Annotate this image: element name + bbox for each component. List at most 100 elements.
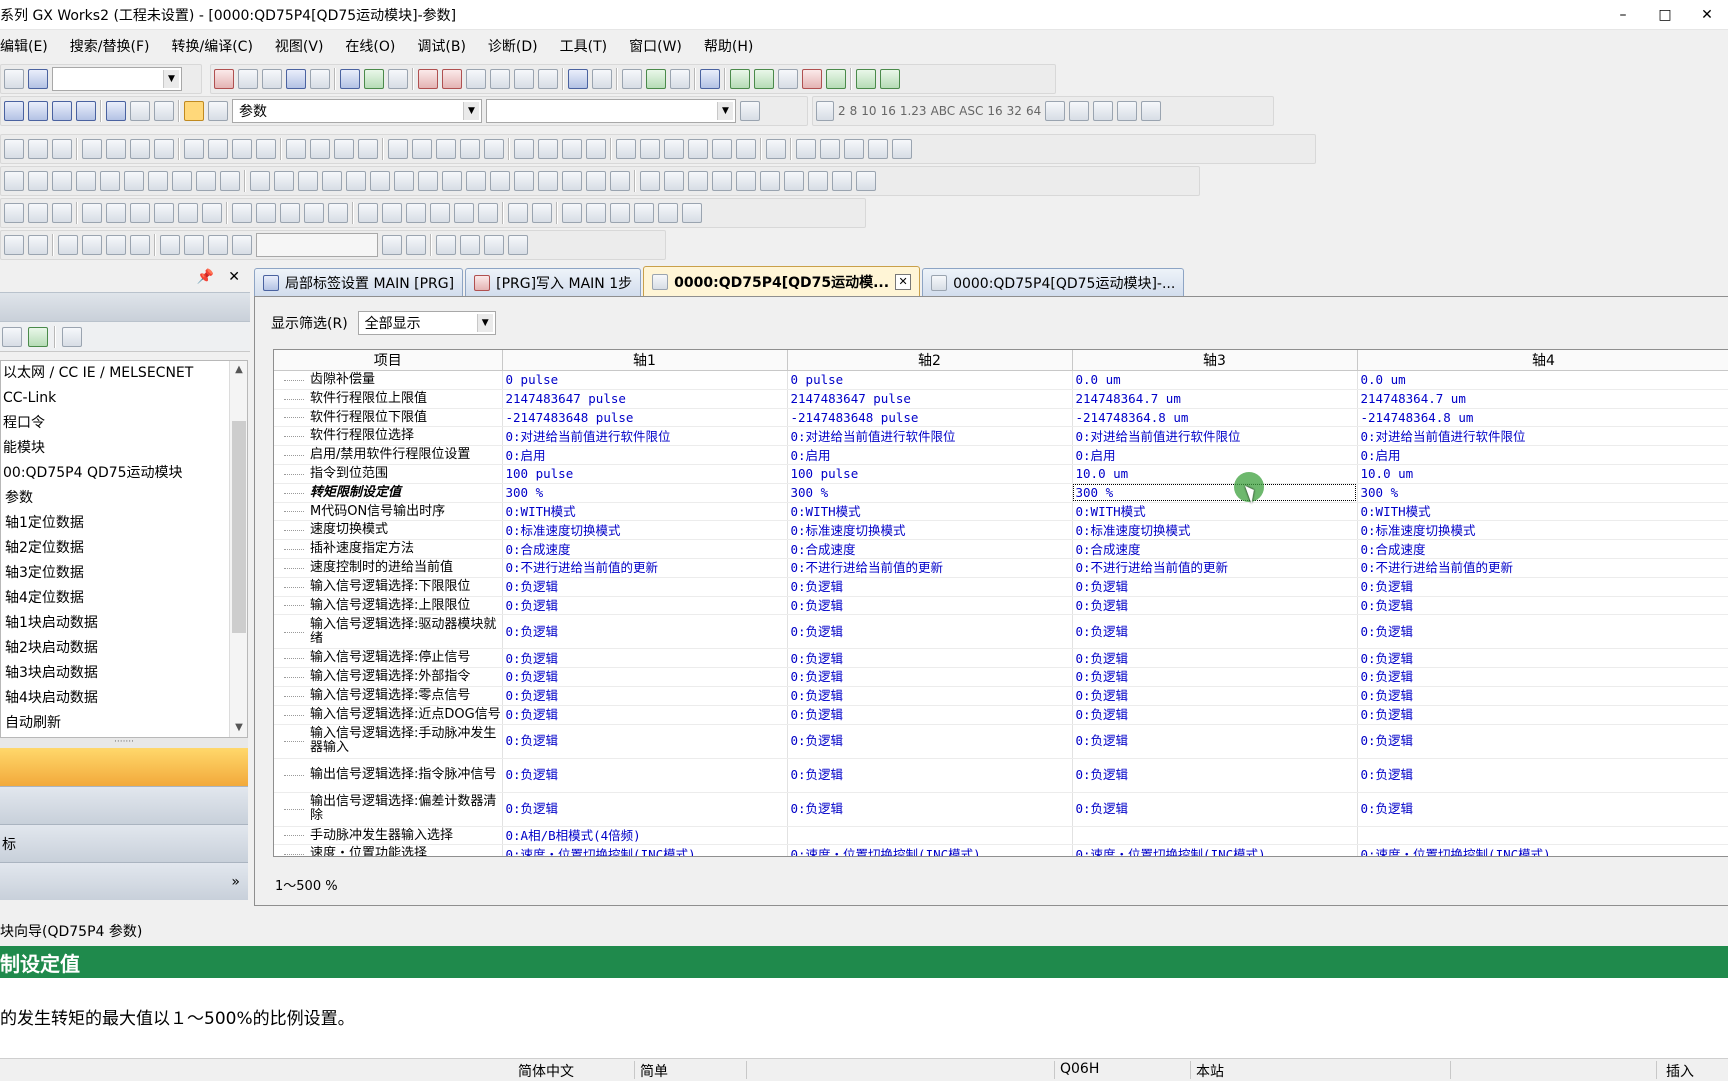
misc-d-icon[interactable] xyxy=(82,235,102,255)
format-2-icon[interactable] xyxy=(816,101,834,121)
parameter-value-axis2[interactable]: 0:对进给当前值进行软件限位 xyxy=(787,426,1073,447)
convert-icon[interactable] xyxy=(388,69,408,89)
parameter-name[interactable]: 启用/禁用软件行程限位设置 xyxy=(274,445,503,465)
saf7-icon[interactable] xyxy=(334,139,354,159)
parameter-value-axis1[interactable]: 0:负逻辑 xyxy=(502,667,788,687)
parameter-value-axis3[interactable]: 0:负逻辑 xyxy=(1072,577,1358,597)
edit-x-icon[interactable] xyxy=(562,171,582,191)
word-icon[interactable] xyxy=(1093,101,1114,121)
parameter-value-axis1[interactable]: 0:负逻辑 xyxy=(502,596,788,616)
dev-batch-icon[interactable] xyxy=(592,69,612,89)
parameter-value-axis2[interactable]: 0:WITH模式 xyxy=(787,502,1073,522)
parameter-value-axis4[interactable]: 0:不进行进给当前值的更新 xyxy=(1357,558,1728,578)
st-o-icon[interactable] xyxy=(358,203,378,223)
parameter-name[interactable]: 输入信号逻辑选择:上限限位 xyxy=(274,596,503,616)
parameter-value-axis1[interactable]: 0:负逻辑 xyxy=(502,686,788,706)
st-n-icon[interactable] xyxy=(328,203,348,223)
parameter-name[interactable]: 手动脉冲发生器输入选择 xyxy=(274,826,503,846)
parameter-value-axis2[interactable]: 0:标准速度切换模式 xyxy=(787,520,1073,541)
nav-filter-icon[interactable] xyxy=(62,326,82,347)
tree-item-axis4-block-start[interactable]: 轴4块启动数据 xyxy=(1,686,247,711)
st-v-icon[interactable] xyxy=(532,203,552,223)
binoculars-icon[interactable] xyxy=(208,101,228,121)
edit-h-icon[interactable] xyxy=(172,171,192,191)
menu-window[interactable]: 窗口(W) xyxy=(629,36,682,56)
misc-i-icon[interactable] xyxy=(208,235,228,255)
menu-online[interactable]: 在线(O) xyxy=(345,36,395,56)
st-ab-icon[interactable] xyxy=(682,203,702,223)
nav-section-more[interactable]: » xyxy=(0,862,248,900)
parameter-value-axis2[interactable]: 0:负逻辑 xyxy=(787,577,1073,597)
parameter-value-axis3[interactable]: -214748364.8 um xyxy=(1072,408,1358,428)
parameter-value-axis4[interactable]: 0:负逻辑 xyxy=(1357,614,1728,650)
st-s-icon[interactable] xyxy=(454,203,474,223)
format-2[interactable]: 2 xyxy=(838,104,846,118)
tool-a-icon[interactable] xyxy=(616,139,636,159)
edit-f-icon[interactable] xyxy=(124,171,144,191)
st-q-icon[interactable] xyxy=(406,203,426,223)
dword-icon[interactable] xyxy=(1117,101,1138,121)
parameter-value-axis1[interactable]: 0:速度・位置切换控制(INC模式) xyxy=(502,844,788,856)
misc-o-icon[interactable] xyxy=(484,235,504,255)
st-i-icon[interactable] xyxy=(202,203,222,223)
format-asc[interactable]: ASC xyxy=(959,104,983,118)
edit-n-icon[interactable] xyxy=(322,171,342,191)
parameter-value-axis4[interactable]: 0:标准速度切换模式 xyxy=(1357,520,1728,541)
fb4-icon[interactable] xyxy=(586,139,606,159)
dev-list2-icon[interactable] xyxy=(52,101,72,121)
cf9-icon[interactable] xyxy=(130,139,150,159)
program-combo[interactable]: ▼ xyxy=(486,99,736,123)
parameter-value-axis3[interactable]: 0:负逻辑 xyxy=(1072,686,1358,706)
parameter-value-axis3[interactable]: 0:负逻辑 xyxy=(1072,705,1358,725)
format-abc[interactable]: ABC xyxy=(931,104,956,118)
parameter-value-axis4[interactable]: 0:负逻辑 xyxy=(1357,724,1728,759)
parameter-value-axis3[interactable] xyxy=(1072,826,1358,846)
misc-b-icon[interactable] xyxy=(28,235,48,255)
edit-q-icon[interactable] xyxy=(394,171,414,191)
tree-item-intelligent-module[interactable]: 能模块 xyxy=(1,436,247,461)
parameter-value-axis4[interactable]: 0:负逻辑 xyxy=(1357,667,1728,687)
edit-g-icon[interactable] xyxy=(148,171,168,191)
parameter-value-axis1[interactable]: 0:负逻辑 xyxy=(502,648,788,669)
parameter-value-axis2[interactable]: 2147483647 pulse xyxy=(787,389,1073,409)
parameter-value-axis4[interactable]: 0:合成速度 xyxy=(1357,539,1728,559)
edit-p-icon[interactable] xyxy=(370,171,390,191)
copy-icon[interactable] xyxy=(238,69,258,89)
parameter-value-axis3[interactable]: 0:标准速度切换模式 xyxy=(1072,520,1358,541)
parameter-value-axis4[interactable]: 0:负逻辑 xyxy=(1357,758,1728,793)
parameter-name[interactable]: 输入信号逻辑选择:驱动器模块就绪 xyxy=(274,614,503,650)
af7-icon[interactable] xyxy=(232,139,252,159)
edit-c-icon[interactable] xyxy=(52,171,72,191)
parameter-value-axis1[interactable]: 300 % xyxy=(502,483,788,503)
nav-tool-icon[interactable] xyxy=(2,326,22,347)
zoom-out-2-icon[interactable] xyxy=(856,171,876,191)
st-y-icon[interactable] xyxy=(610,203,630,223)
display-icon[interactable] xyxy=(700,69,720,89)
st-g-icon[interactable] xyxy=(154,203,174,223)
fb2-icon[interactable] xyxy=(538,139,558,159)
f7-icon[interactable] xyxy=(28,139,48,159)
parameter-value-axis4[interactable]: 214748364.7 um xyxy=(1357,389,1728,409)
st-z-icon[interactable] xyxy=(634,203,654,223)
parameter-name[interactable]: 软件行程限位上限值 xyxy=(274,389,503,409)
tree-item-axis2-positioning[interactable]: 轴2定位数据 xyxy=(1,536,247,561)
format-real[interactable]: 1.23 xyxy=(900,104,927,118)
parameter-value-axis4[interactable]: 0:负逻辑 xyxy=(1357,596,1728,616)
parameter-value-axis1[interactable]: 0:负逻辑 xyxy=(502,577,788,597)
fb3-icon[interactable] xyxy=(562,139,582,159)
edit-k-icon[interactable] xyxy=(250,171,270,191)
edit-j-icon[interactable] xyxy=(220,171,240,191)
parameter-value-axis2[interactable]: 0:启用 xyxy=(787,445,1073,465)
parameter-name[interactable]: 转矩限制设定值 xyxy=(274,483,503,503)
sfc-h-icon[interactable] xyxy=(808,171,828,191)
parameter-value-axis2[interactable]: 0:负逻辑 xyxy=(787,705,1073,725)
close-button[interactable]: ✕ xyxy=(1686,7,1728,23)
parameter-value-axis1[interactable]: 0:标准速度切换模式 xyxy=(502,520,788,541)
parameter-name[interactable]: 输入信号逻辑选择:近点DOG信号 xyxy=(274,705,503,725)
parameter-value-axis4[interactable]: 0:负逻辑 xyxy=(1357,577,1728,597)
parameter-value-axis3[interactable]: 0.0 um xyxy=(1072,370,1358,390)
menu-view[interactable]: 视图(V) xyxy=(275,36,324,56)
st-l-icon[interactable] xyxy=(280,203,300,223)
parameter-value-axis3[interactable]: 0:对进给当前值进行软件限位 xyxy=(1072,426,1358,447)
st-k-icon[interactable] xyxy=(256,203,276,223)
